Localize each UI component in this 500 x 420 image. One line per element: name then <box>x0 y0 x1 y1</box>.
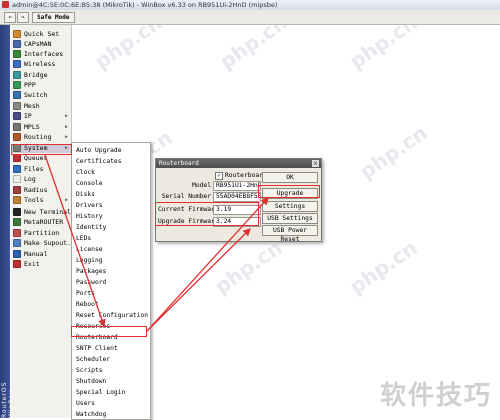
arrow-routerboard-to-upgrade <box>146 197 269 332</box>
arrow-routerboard-to-dialog <box>146 228 251 332</box>
arrow-system-to-routerboard <box>44 154 106 328</box>
corner-watermark: 软件技巧 <box>379 381 492 411</box>
annotation-arrows <box>44 154 269 332</box>
